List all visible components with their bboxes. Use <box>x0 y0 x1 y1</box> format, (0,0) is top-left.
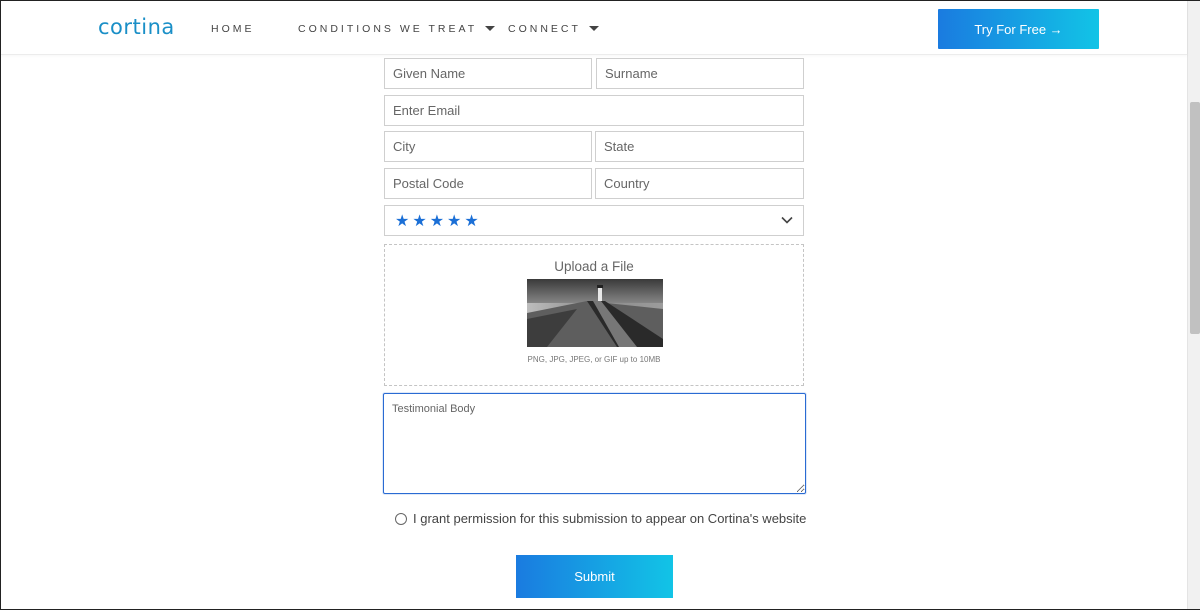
upload-title: Upload a File <box>554 259 634 274</box>
surname-input[interactable] <box>596 58 804 89</box>
state-input[interactable] <box>595 131 804 162</box>
testimonial-body-textarea[interactable] <box>383 393 806 494</box>
site-header: cortina HOME CONDITIONS WE TREAT CONNECT… <box>1 1 1187 55</box>
nav-conditions-we-treat[interactable]: CONDITIONS WE TREAT <box>298 23 496 35</box>
consent-radio[interactable] <box>395 512 407 525</box>
city-input[interactable] <box>384 131 592 162</box>
caret-down-icon <box>485 25 496 31</box>
chevron-down-icon <box>781 216 793 224</box>
submit-button[interactable]: Submit <box>516 555 673 598</box>
nav-connect-label: CONNECT <box>508 23 581 35</box>
consent-option[interactable]: I grant permission for this submission t… <box>395 511 806 526</box>
nav-connect[interactable]: CONNECT <box>508 23 599 35</box>
scrollbar-thumb[interactable] <box>1190 102 1200 334</box>
vertical-scrollbar[interactable] <box>1187 1 1200 609</box>
rating-select[interactable]: ★★★★★ <box>384 205 804 236</box>
caret-down-icon <box>588 25 599 31</box>
nav-home-label: HOME <box>211 23 255 35</box>
file-upload-dropzone[interactable]: Upload a File PNG, JPG, JPEG, or GIF up … <box>384 244 804 386</box>
cortina-logo[interactable]: cortina <box>98 15 175 39</box>
page: cortina HOME CONDITIONS WE TREAT CONNECT… <box>0 0 1200 610</box>
country-input[interactable] <box>595 168 804 199</box>
upload-hint: PNG, JPG, JPEG, or GIF up to 10MB <box>527 355 661 364</box>
email-input[interactable] <box>384 95 804 126</box>
postal-code-input[interactable] <box>384 168 592 199</box>
given-name-input[interactable] <box>384 58 592 89</box>
nav-conditions-label: CONDITIONS WE TREAT <box>298 23 478 35</box>
lighthouse-pier-photo-icon <box>527 279 663 347</box>
consent-label: I grant permission for this submission t… <box>413 511 807 526</box>
nav-home[interactable]: HOME <box>211 23 255 35</box>
star-rating-value: ★★★★★ <box>395 211 482 230</box>
try-for-free-button[interactable]: Try For Free → <box>938 9 1099 49</box>
